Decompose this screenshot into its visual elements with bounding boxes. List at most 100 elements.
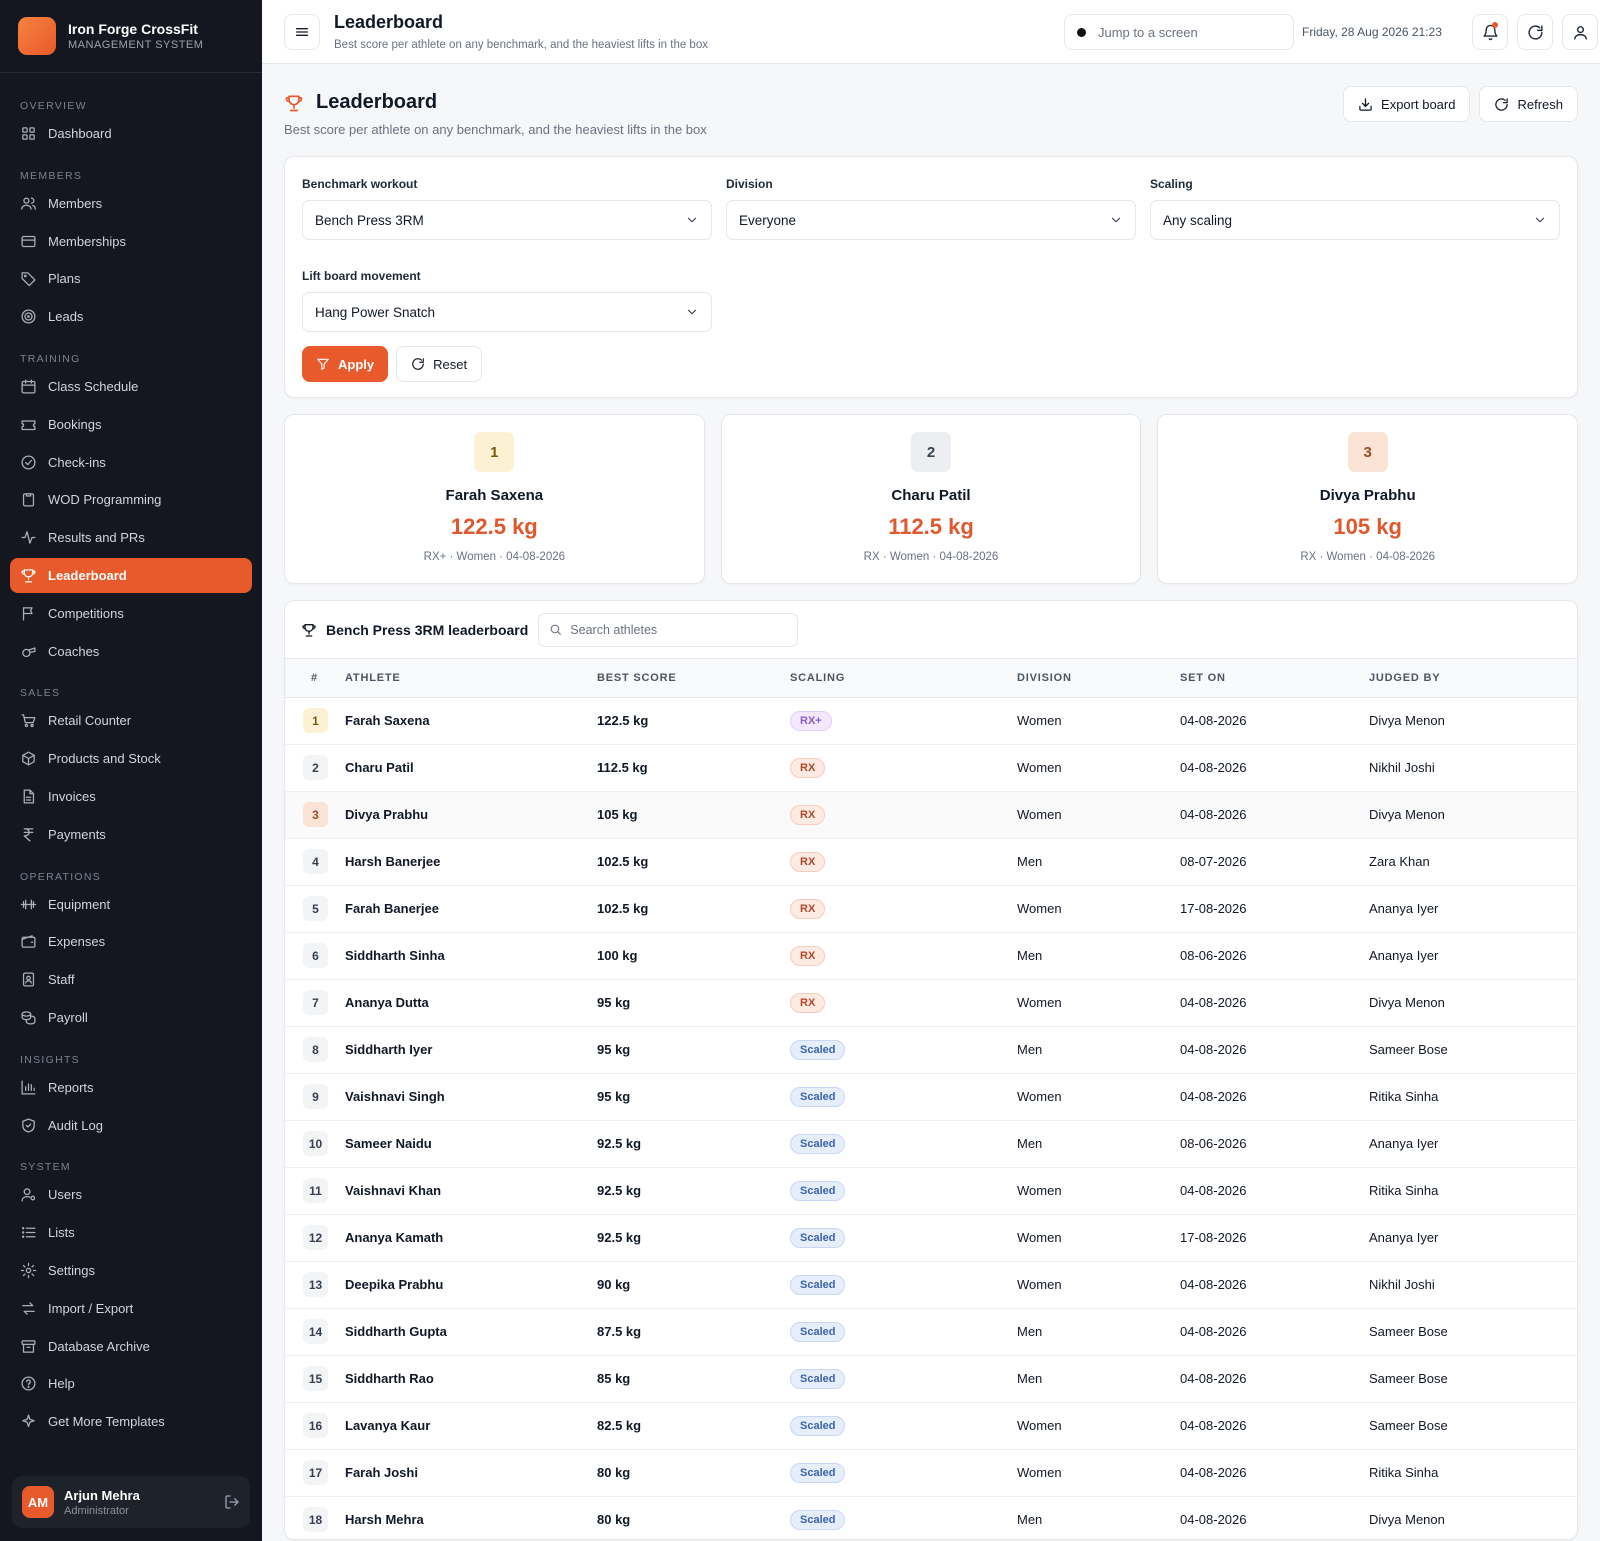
sidebar-item-users[interactable]: Users (10, 1177, 252, 1212)
table-row[interactable]: 5 Farah Banerjee 102.5 kg RX Women 17-08… (285, 885, 1577, 932)
sidebar-item-payments[interactable]: Payments (10, 817, 252, 852)
table-row[interactable]: 8 Siddharth Iyer 95 kg Scaled Men 04-08-… (285, 1026, 1577, 1073)
table-row[interactable]: 4 Harsh Banerjee 102.5 kg RX Men 08-07-2… (285, 838, 1577, 885)
notifications-button[interactable] (1472, 14, 1508, 50)
podium-name: Charu Patil (891, 487, 971, 504)
sidebar-item-database-archive[interactable]: Database Archive (10, 1329, 252, 1364)
apply-button[interactable]: Apply (302, 346, 389, 382)
cart-icon (20, 712, 37, 729)
table-row[interactable]: 9 Vaishnavi Singh 95 kg Scaled Women 04-… (285, 1073, 1577, 1120)
sidebar-item-class-schedule[interactable]: Class Schedule (10, 369, 252, 404)
division-cell: Women (1017, 995, 1062, 1010)
sidebar-item-bookings[interactable]: Bookings (10, 407, 252, 442)
scaling-select[interactable]: Any scaling (1150, 200, 1560, 240)
chevron-down-icon (1533, 213, 1547, 227)
podium-card-2: 2 Charu Patil 112.5 kg RX · Women · 04-0… (720, 414, 1142, 584)
rank-cell: 16 (285, 1402, 345, 1449)
account-button[interactable] (1562, 14, 1598, 50)
sidebar-item-dashboard[interactable]: Dashboard (10, 116, 252, 151)
archive-icon (20, 1338, 37, 1355)
sidebar-item-settings[interactable]: Settings (10, 1253, 252, 1288)
score-cell: 85 kg (597, 1371, 631, 1386)
sidebar-item-payroll[interactable]: Payroll (10, 1000, 252, 1035)
table-row[interactable]: 7 Ananya Dutta 95 kg RX Women 04-08-2026… (285, 979, 1577, 1026)
score-cell: 87.5 kg (597, 1324, 642, 1339)
division-cell: Men (1017, 1042, 1043, 1057)
sidebar-item-get-more-templates[interactable]: Get More Templates (10, 1404, 252, 1439)
sidebar-item-label: WOD Programming (48, 492, 162, 508)
refresh-button[interactable]: Refresh (1479, 86, 1578, 122)
sidebar-item-competitions[interactable]: Competitions (10, 596, 252, 631)
athlete-cell: Ananya Kamath (345, 1230, 444, 1245)
export-board-button[interactable]: Export board (1343, 86, 1471, 122)
refresh-icon (1494, 97, 1517, 112)
sidebar-nav: OVERVIEW Dashboard MEMBERS Members Membershi… (0, 73, 262, 1439)
sidebar-item-staff[interactable]: Staff (10, 962, 252, 997)
reload-button[interactable] (1517, 14, 1553, 50)
sidebar-item-invoices[interactable]: Invoices (10, 779, 252, 814)
check-circle-icon (20, 454, 37, 471)
table-row[interactable]: 15 Siddharth Rao 85 kg Scaled Men 04-08-… (285, 1355, 1577, 1402)
rank-cell: 10 (285, 1120, 345, 1167)
sidebar-item-audit-log[interactable]: Audit Log (10, 1108, 252, 1143)
sidebar-item-leads[interactable]: Leads (10, 299, 252, 334)
athlete-cell: Siddharth Iyer (345, 1042, 433, 1057)
table-row[interactable]: 17 Farah Joshi 80 kg Scaled Women 04-08-… (285, 1449, 1577, 1496)
sidebar-item-expenses[interactable]: Expenses (10, 924, 252, 959)
table-row[interactable]: 14 Siddharth Gupta 87.5 kg Scaled Men 04… (285, 1308, 1577, 1355)
table-row[interactable]: 6 Siddharth Sinha 100 kg RX Men 08-06-20… (285, 932, 1577, 979)
table-row[interactable]: 3 Divya Prabhu 105 kg RX Women 04-08-202… (285, 791, 1577, 838)
page-title: Leaderboard (284, 91, 437, 114)
benchmark-select[interactable]: Bench Press 3RM (302, 200, 712, 240)
table-row[interactable]: 18 Harsh Mehra 80 kg Scaled Men 04-08-20… (285, 1496, 1577, 1539)
sidebar-item-label: Competitions (48, 605, 124, 621)
sidebar-item-coaches[interactable]: Coaches (10, 634, 252, 669)
tag-icon (20, 270, 37, 287)
scaling-cell: Scaled (790, 1261, 1017, 1308)
menu-toggle-button[interactable] (284, 14, 320, 50)
sidebar-item-memberships[interactable]: Memberships (10, 224, 252, 259)
podium-rank: 1 (474, 432, 515, 472)
table-row[interactable]: 16 Lavanya Kaur 82.5 kg Scaled Women 04-… (285, 1402, 1577, 1449)
judged-by-cell: Divya Menon (1369, 807, 1445, 822)
table-row[interactable]: 13 Deepika Prabhu 90 kg Scaled Women 04-… (285, 1261, 1577, 1308)
score-cell: 112.5 kg (597, 760, 648, 775)
nav-section-label: SYSTEM (20, 1161, 71, 1174)
sidebar-item-check-ins[interactable]: Check-ins (10, 445, 252, 480)
sidebar-item-retail-counter[interactable]: Retail Counter (10, 703, 252, 738)
search-athletes-input[interactable]: Search athletes (538, 612, 799, 647)
sidebar-item-members[interactable]: Members (10, 186, 252, 221)
lift-field: Lift board movement Hang Power Snatch (302, 269, 712, 332)
sidebar-item-plans[interactable]: Plans (10, 261, 252, 296)
sidebar-item-label: Members (48, 195, 103, 211)
brand-subtitle: MANAGEMENT SYSTEM (68, 39, 204, 51)
jump-to-screen-input[interactable]: Jump to a screen (1064, 14, 1294, 50)
sidebar-item-import-export[interactable]: Import / Export (10, 1291, 252, 1326)
reset-button[interactable]: Reset (396, 346, 483, 382)
table-row[interactable]: 12 Ananya Kamath 92.5 kg Scaled Women 17… (285, 1214, 1577, 1261)
sidebar-item-reports[interactable]: Reports (10, 1070, 252, 1105)
lift-label: Lift board movement (302, 269, 421, 283)
table-row[interactable]: 1 Farah Saxena 122.5 kg RX+ Women 04-08-… (285, 697, 1577, 744)
sidebar-item-wod-programming[interactable]: WOD Programming (10, 482, 252, 517)
sidebar-item-help[interactable]: Help (10, 1366, 252, 1401)
hamburger-icon (294, 24, 310, 40)
logout-icon[interactable] (224, 1494, 240, 1510)
sidebar-item-equipment[interactable]: Equipment (10, 887, 252, 922)
table-row[interactable]: 10 Sameer Naidu 92.5 kg Scaled Men 08-06… (285, 1120, 1577, 1167)
table-row[interactable]: 11 Vaishnavi Khan 92.5 kg Scaled Women 0… (285, 1167, 1577, 1214)
sidebar-item-leaderboard[interactable]: Leaderboard (10, 557, 252, 593)
podium-meta: RX · Women · 04-08-2026 (863, 551, 999, 563)
filter-icon (316, 357, 338, 371)
division-select[interactable]: Everyone (726, 200, 1136, 240)
rank-cell: 5 (285, 885, 345, 932)
lift-select[interactable]: Hang Power Snatch (302, 292, 712, 332)
division-cell: Women (1017, 807, 1062, 822)
sidebar-item-label: Leaderboard (48, 567, 127, 583)
sidebar-item-products-and-stock[interactable]: Products and Stock (10, 741, 252, 776)
sidebar-item-label: Staff (48, 972, 75, 988)
user-profile[interactable]: AM Arjun Mehra Administrator (12, 1476, 250, 1528)
table-row[interactable]: 2 Charu Patil 112.5 kg RX Women 04-08-20… (285, 744, 1577, 791)
sidebar-item-results-and-prs[interactable]: Results and PRs (10, 520, 252, 555)
sidebar-item-lists[interactable]: Lists (10, 1215, 252, 1250)
